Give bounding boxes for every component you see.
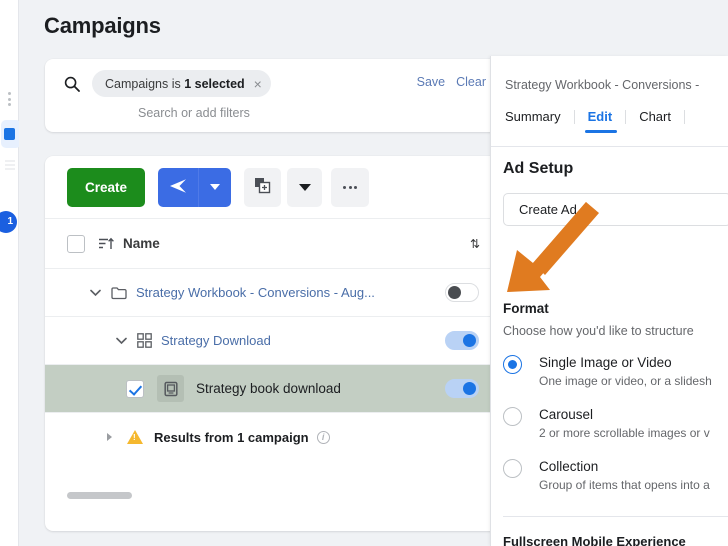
filter-pill[interactable]: Campaigns is 1 selected × — [92, 70, 271, 97]
ad-edit-panel: Strategy Workbook - Conversions - Summar… — [490, 56, 728, 546]
radio-button[interactable] — [503, 355, 522, 374]
ad-setup-heading: Ad Setup — [503, 160, 574, 177]
format-option-single-image-or-video[interactable]: Single Image or Video One image or video… — [503, 354, 712, 388]
horizontal-scrollbar-thumb[interactable] — [67, 492, 132, 499]
option-description: One image or video, or a slidesh — [539, 374, 712, 388]
tab-summary[interactable]: Summary — [503, 109, 574, 133]
duplicate-button[interactable] — [244, 167, 281, 207]
table-row-adset[interactable]: Strategy Download — [45, 317, 501, 365]
rail-notification-badge[interactable]: 1 — [0, 211, 17, 233]
duplicate-icon — [254, 177, 271, 197]
rail-active-item[interactable] — [1, 120, 21, 148]
row-label[interactable]: Strategy Workbook - Conversions - Aug... — [136, 285, 375, 300]
format-option-carousel[interactable]: Carousel 2 or more scrollable images or … — [503, 406, 710, 440]
sort-ascending-descending-icon[interactable]: ⇅ — [470, 237, 480, 251]
save-filter-button[interactable]: Save — [417, 75, 446, 89]
page-title: Campaigns — [44, 13, 161, 38]
more-options-button[interactable] — [331, 167, 369, 207]
table-row-campaign[interactable]: Strategy Workbook - Conversions - Aug... — [45, 269, 501, 317]
table-rows: Strategy Workbook - Conversions - Aug... — [45, 269, 501, 461]
panel-title: Strategy Workbook - Conversions - — [505, 78, 700, 92]
filter-pill-value: 1 selected — [184, 76, 245, 91]
fullscreen-heading: Fullscreen Mobile Experience — [503, 534, 686, 546]
option-title: Collection — [539, 459, 599, 474]
publish-dropdown-button[interactable] — [198, 167, 231, 207]
toolbar-dropdown-button[interactable] — [287, 167, 322, 207]
adset-toggle-switch[interactable] — [445, 331, 479, 350]
row-checkbox[interactable] — [126, 379, 144, 398]
panel-tabs: Summary Edit Chart — [503, 109, 685, 133]
table-toolbar: Create — [45, 156, 501, 219]
create-ad-option[interactable]: Create Ad — [503, 193, 728, 226]
panel-divider — [503, 516, 728, 517]
table-row-results[interactable]: Results from 1 campaign i — [45, 413, 501, 461]
sort-column-icon[interactable] — [99, 237, 115, 251]
ad-preview-icon — [157, 375, 184, 402]
left-nav-rail: 1 — [0, 0, 21, 546]
table-row-ad[interactable]: Strategy book download — [45, 365, 501, 413]
panel-divider — [491, 146, 728, 147]
option-title: Single Image or Video — [539, 355, 672, 370]
results-label: Results from 1 campaign — [154, 429, 309, 445]
campaigns-table-card: Create Name ⇅ Strategy Workbook - Conver… — [45, 156, 501, 531]
row-label[interactable]: Strategy book download — [196, 381, 341, 396]
close-icon[interactable]: × — [250, 77, 262, 91]
column-header-name[interactable]: Name — [123, 236, 160, 251]
format-heading: Format — [503, 301, 549, 316]
folder-icon — [111, 286, 127, 300]
format-option-collection[interactable]: Collection Group of items that opens int… — [503, 458, 710, 492]
filter-actions: Save Clear — [417, 75, 486, 89]
campaign-toggle-switch[interactable] — [445, 283, 479, 302]
adset-grid-icon — [137, 333, 152, 348]
toggle-knob — [463, 334, 476, 347]
search-icon[interactable] — [64, 76, 80, 92]
chevron-down-icon[interactable] — [89, 286, 102, 299]
clear-filter-button[interactable]: Clear — [456, 75, 486, 89]
ad-toggle-switch[interactable] — [445, 379, 479, 398]
filter-pill-prefix: Campaigns is — [105, 76, 185, 91]
format-subtext: Choose how you'd like to structure — [503, 324, 694, 338]
toggle-knob — [448, 286, 461, 299]
filter-pill-text: Campaigns is 1 selected — [105, 77, 245, 91]
more-horizontal-icon — [343, 185, 357, 189]
toggle-knob — [463, 382, 476, 395]
chevron-right-icon[interactable] — [103, 431, 116, 444]
option-description: 2 or more scrollable images or v — [539, 426, 710, 440]
create-ad-label: Create Ad — [519, 202, 577, 217]
option-title: Carousel — [539, 407, 594, 422]
app-root: 1 Campaigns Campaigns is 1 selected × Sa… — [0, 0, 728, 546]
rail-list-icon[interactable] — [5, 160, 15, 172]
tab-divider — [683, 109, 685, 124]
tab-chart[interactable]: Chart — [626, 109, 684, 133]
create-button[interactable]: Create — [67, 167, 145, 207]
table-header-row: Name ⇅ — [45, 219, 501, 269]
chevron-down-icon — [210, 184, 220, 190]
tab-edit[interactable]: Edit — [575, 109, 626, 133]
chevron-down-icon — [298, 183, 311, 191]
campaigns-column: Campaigns Campaigns is 1 selected × Save… — [19, 0, 501, 546]
radio-button[interactable] — [503, 407, 522, 426]
option-description: Group of items that opens into a — [539, 478, 710, 492]
rail-menu-dots-icon[interactable] — [4, 92, 15, 106]
publish-button[interactable] — [158, 167, 198, 207]
radio-button[interactable] — [503, 459, 522, 478]
info-icon[interactable]: i — [316, 430, 330, 444]
warning-triangle-icon — [127, 430, 143, 444]
filter-card: Campaigns is 1 selected × Save Clear Sea… — [45, 59, 501, 132]
select-all-checkbox[interactable] — [67, 234, 85, 253]
row-label[interactable]: Strategy Download — [161, 333, 271, 348]
send-icon — [169, 178, 187, 197]
chevron-down-icon[interactable] — [115, 334, 128, 347]
search-input[interactable]: Search or add filters — [138, 106, 250, 120]
